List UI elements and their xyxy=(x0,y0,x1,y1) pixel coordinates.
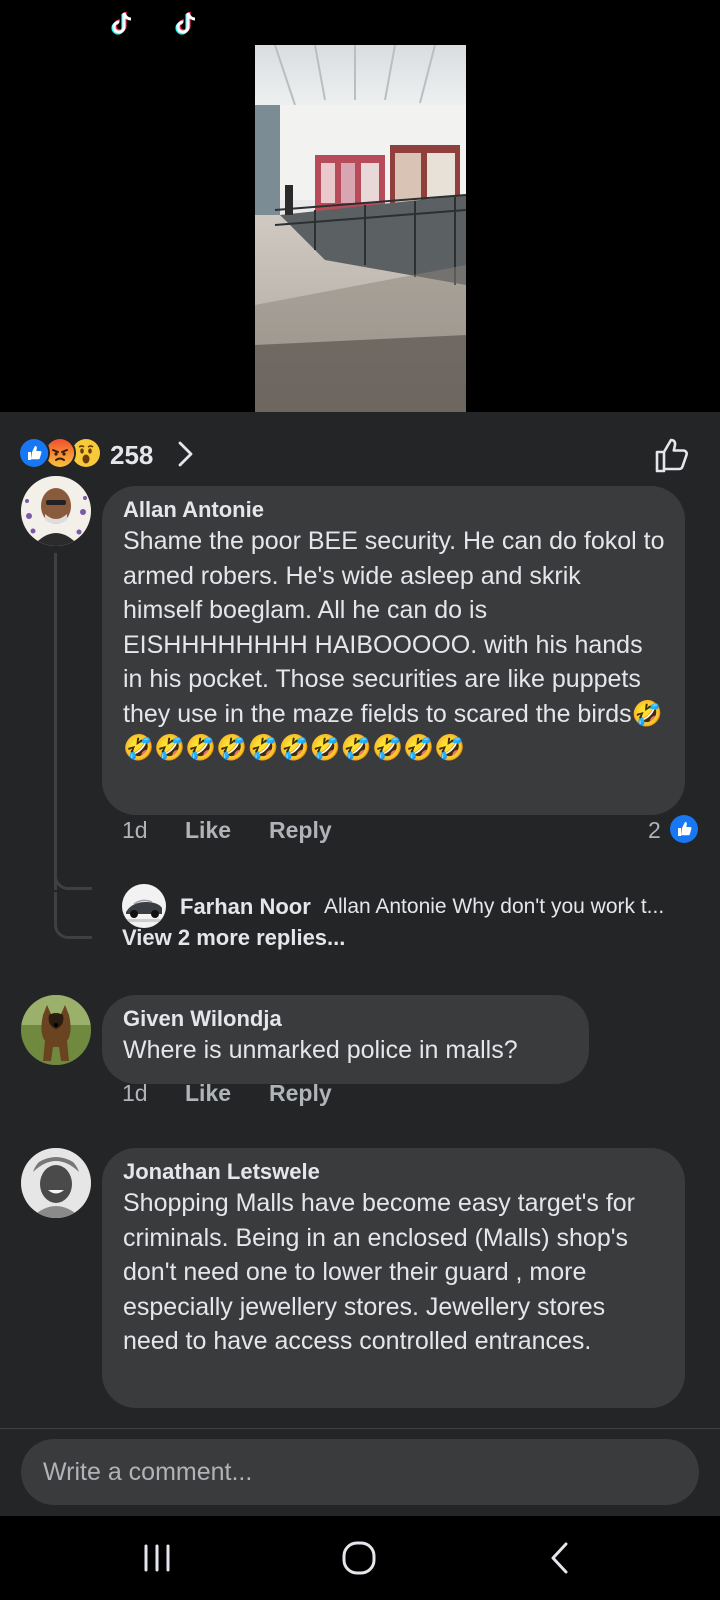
comment-actions: 1d Like Reply xyxy=(122,1080,442,1110)
reaction-count: 258 xyxy=(110,440,154,470)
back-icon[interactable] xyxy=(538,1536,582,1580)
thread-branch xyxy=(54,842,92,890)
comment-text: Shopping Malls have become easy target's… xyxy=(123,1189,635,1355)
like-reaction-icon xyxy=(18,437,50,469)
comment-input[interactable] xyxy=(21,1439,699,1505)
system-navigation-bar xyxy=(0,1516,720,1600)
recent-apps-icon[interactable] xyxy=(135,1536,179,1580)
like-badge-icon xyxy=(670,815,698,843)
comment-time: 1d xyxy=(122,817,148,843)
comments-sheet: 258 Allan Antonie Shame the poor BEE sec… xyxy=(0,412,720,1428)
video-area xyxy=(0,0,720,412)
comment-time: 1d xyxy=(122,1080,148,1106)
home-icon[interactable] xyxy=(337,1536,381,1580)
reply-button[interactable]: Reply xyxy=(269,817,332,844)
reply-avatar[interactable] xyxy=(122,884,166,928)
comment-author[interactable]: Jonathan Letswele xyxy=(123,1158,665,1186)
like-outline-icon[interactable] xyxy=(653,434,695,476)
view-more-replies-link[interactable]: View 2 more replies... xyxy=(122,925,345,951)
like-button[interactable]: Like xyxy=(185,1080,231,1107)
thread-line xyxy=(54,553,57,890)
comment-author[interactable]: Allan Antonie xyxy=(123,496,665,524)
reaction-icons xyxy=(18,437,108,469)
video-thumbnail[interactable] xyxy=(255,45,466,412)
reply-text: Allan Antonie Why don't you work t... xyxy=(324,895,665,918)
comment-bubble[interactable]: Jonathan Letswele Shopping Malls have be… xyxy=(102,1148,685,1408)
comment-like-count: 2 xyxy=(648,817,661,843)
comment-author[interactable]: Given Wilondja xyxy=(123,1005,569,1033)
comment-composer xyxy=(0,1428,720,1516)
reply-author[interactable]: Farhan Noor xyxy=(180,894,311,920)
avatar[interactable] xyxy=(21,1148,91,1218)
avatar[interactable] xyxy=(21,995,91,1065)
comment-bubble[interactable]: Allan Antonie Shame the poor BEE securit… xyxy=(102,486,685,815)
tiktok-icon xyxy=(172,10,200,38)
comment-bubble[interactable]: Given Wilondja Where is unmarked police … xyxy=(102,995,589,1084)
reply-button[interactable]: Reply xyxy=(269,1080,332,1107)
thread-branch xyxy=(54,892,92,939)
comment-text: Where is unmarked police in malls? xyxy=(123,1036,518,1064)
comment-text: Shame the poor BEE security. He can do f… xyxy=(123,527,665,762)
comment-actions: 1d Like Reply xyxy=(122,817,682,847)
tiktok-icon xyxy=(108,10,136,38)
mall-video-image xyxy=(255,45,466,412)
chevron-right-icon[interactable] xyxy=(176,440,196,468)
like-button[interactable]: Like xyxy=(185,817,231,844)
avatar[interactable] xyxy=(21,476,91,546)
reaction-summary[interactable]: 258 xyxy=(0,412,720,488)
